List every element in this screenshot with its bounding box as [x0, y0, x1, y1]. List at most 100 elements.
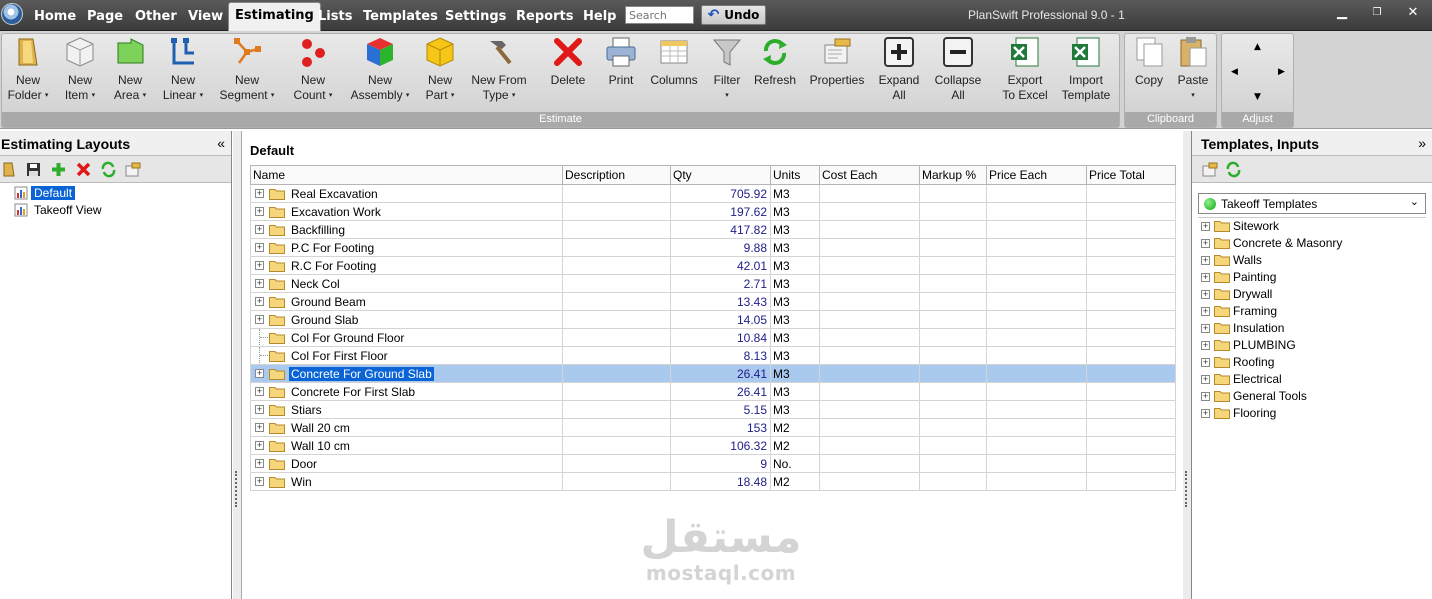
undo-button[interactable]: ↶ Undo [701, 5, 766, 25]
cell-description[interactable] [562, 400, 671, 419]
col-header-name[interactable]: Name [250, 165, 563, 185]
cell-units[interactable]: M3 [770, 310, 820, 329]
cell-markup[interactable] [919, 418, 987, 437]
cell-markup[interactable] [919, 472, 987, 491]
template-folder[interactable]: + PLUMBING [1198, 337, 1426, 354]
expand-icon[interactable]: + [1201, 324, 1210, 333]
cell-units[interactable]: M3 [770, 328, 820, 347]
cell-cost-each[interactable] [819, 454, 920, 473]
expand-icon[interactable]: + [1201, 256, 1210, 265]
cell-price-each[interactable] [986, 220, 1087, 239]
add-icon[interactable] [50, 161, 67, 178]
cell-qty[interactable]: 153 [670, 418, 771, 437]
table-row[interactable]: + Excavation Work 197.62 M3 [250, 202, 1176, 221]
menu-view[interactable]: View [188, 9, 223, 24]
cell-price-total[interactable] [1086, 400, 1176, 419]
expand-icon[interactable]: + [1201, 358, 1210, 367]
table-row[interactable]: + P.C For Footing 9.88 M3 [250, 238, 1176, 257]
expand-icon[interactable]: + [1201, 273, 1210, 282]
cell-name[interactable]: + P.C For Footing [250, 238, 563, 257]
cell-description[interactable] [562, 454, 671, 473]
properties-icon[interactable] [1201, 161, 1218, 178]
expand-icon[interactable]: + [1201, 375, 1210, 384]
cell-markup[interactable] [919, 328, 987, 347]
table-row[interactable]: + R.C For Footing 42.01 M3 [250, 256, 1176, 275]
cell-price-total[interactable] [1086, 328, 1176, 347]
cell-markup[interactable] [919, 274, 987, 293]
cell-markup[interactable] [919, 364, 987, 383]
expand-icon[interactable]: + [1201, 290, 1210, 299]
template-folder[interactable]: + Electrical [1198, 371, 1426, 388]
table-row[interactable]: + Door 9 No. [250, 454, 1176, 473]
col-header-cost-each[interactable]: Cost Each [819, 165, 920, 185]
menu-reports[interactable]: Reports [516, 9, 573, 24]
table-row[interactable]: Col For First Floor 8.13 M3 [250, 346, 1176, 365]
paste-button[interactable]: Paste ▾ [1174, 35, 1212, 103]
cell-units[interactable]: M3 [770, 184, 820, 203]
cell-qty[interactable]: 42.01 [670, 256, 771, 275]
expand-icon[interactable]: + [255, 243, 264, 252]
cell-cost-each[interactable] [819, 364, 920, 383]
cell-description[interactable] [562, 364, 671, 383]
cell-price-each[interactable] [986, 328, 1087, 347]
cell-description[interactable] [562, 220, 671, 239]
cell-price-total[interactable] [1086, 436, 1176, 455]
expand-icon[interactable]: + [1201, 341, 1210, 350]
cell-cost-each[interactable] [819, 256, 920, 275]
table-row[interactable]: + Stiars 5.15 M3 [250, 400, 1176, 419]
menu-estimating[interactable]: Estimating [228, 2, 321, 32]
menu-page[interactable]: Page [87, 9, 123, 24]
expand-icon[interactable]: + [255, 189, 264, 198]
table-row[interactable]: + Wall 10 cm 106.32 M2 [250, 436, 1176, 455]
cell-description[interactable] [562, 436, 671, 455]
table-row[interactable]: + Ground Beam 13.43 M3 [250, 292, 1176, 311]
cell-units[interactable]: M3 [770, 238, 820, 257]
cell-name[interactable]: + Neck Col [250, 274, 563, 293]
cell-units[interactable]: M3 [770, 202, 820, 221]
cell-price-total[interactable] [1086, 202, 1176, 221]
cell-cost-each[interactable] [819, 436, 920, 455]
cell-price-total[interactable] [1086, 472, 1176, 491]
col-header-markup[interactable]: Markup % [919, 165, 987, 185]
cell-markup[interactable] [919, 400, 987, 419]
table-row[interactable]: + Wall 20 cm 153 M2 [250, 418, 1176, 437]
cell-description[interactable] [562, 238, 671, 257]
cell-price-each[interactable] [986, 184, 1087, 203]
cell-price-total[interactable] [1086, 346, 1176, 365]
table-row[interactable]: + Concrete For Ground Slab 26.41 M3 [250, 364, 1176, 383]
cell-description[interactable] [562, 346, 671, 365]
export-excel-button[interactable]: Export To Excel [1000, 35, 1050, 103]
left-splitter[interactable] [233, 131, 241, 599]
cell-description[interactable] [562, 382, 671, 401]
expand-icon[interactable]: + [255, 423, 264, 432]
cell-units[interactable]: M2 [770, 472, 820, 491]
expand-icon[interactable]: + [255, 315, 264, 324]
cell-name[interactable]: Col For First Floor [250, 346, 563, 365]
template-folder[interactable]: + Flooring [1198, 405, 1426, 422]
expand-icon[interactable]: + [255, 261, 264, 270]
expand-all-button[interactable]: Expand All [876, 35, 922, 103]
expand-icon[interactable]: + [1201, 409, 1210, 418]
app-logo-icon[interactable] [1, 3, 23, 25]
cell-price-each[interactable] [986, 346, 1087, 365]
cell-cost-each[interactable] [819, 400, 920, 419]
template-folder[interactable]: + Sitework [1198, 218, 1426, 235]
columns-button[interactable]: Columns [648, 35, 700, 88]
cell-price-total[interactable] [1086, 382, 1176, 401]
adjust-left-icon[interactable]: ◀ [1231, 67, 1238, 77]
cell-name[interactable]: + Wall 20 cm [250, 418, 563, 437]
cell-cost-each[interactable] [819, 202, 920, 221]
cell-units[interactable]: M3 [770, 292, 820, 311]
cell-units[interactable]: M3 [770, 364, 820, 383]
splitter-grip[interactable] [235, 471, 238, 507]
expand-icon[interactable]: + [1201, 239, 1210, 248]
cell-qty[interactable]: 5.15 [670, 400, 771, 419]
expand-icon[interactable]: + [255, 207, 264, 216]
cell-cost-each[interactable] [819, 328, 920, 347]
template-folder[interactable]: + Roofing [1198, 354, 1426, 371]
cell-price-total[interactable] [1086, 454, 1176, 473]
cell-markup[interactable] [919, 220, 987, 239]
cell-description[interactable] [562, 256, 671, 275]
table-row[interactable]: + Neck Col 2.71 M3 [250, 274, 1176, 293]
delete-icon[interactable] [75, 161, 92, 178]
